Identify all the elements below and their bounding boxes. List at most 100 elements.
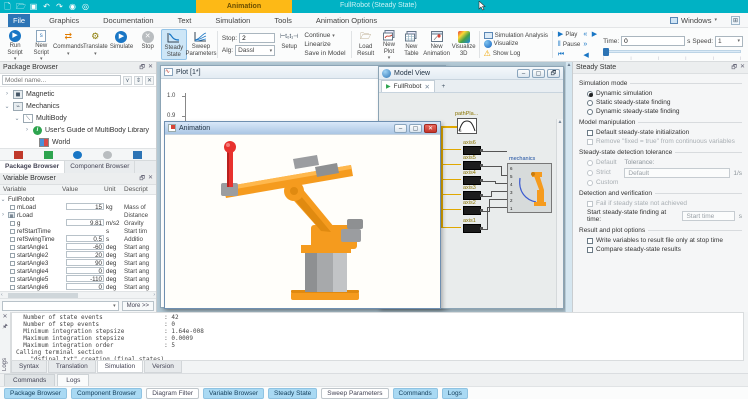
step-forward-icon[interactable]: ▶ bbox=[592, 30, 597, 38]
close-panel-icon[interactable]: ✕ bbox=[740, 63, 745, 73]
checkbox[interactable] bbox=[10, 221, 15, 226]
checkbox[interactable] bbox=[10, 229, 15, 234]
variable-row[interactable]: refSwingTime 0.5 s Additio bbox=[0, 235, 156, 243]
status-steady-state[interactable]: Steady State bbox=[268, 388, 317, 399]
stop-time-input[interactable] bbox=[239, 33, 275, 43]
continue-menu[interactable]: Continue ▾ bbox=[304, 32, 345, 39]
float-panel-icon[interactable]: 🗗 bbox=[139, 174, 145, 184]
open-file-icon[interactable]: 🗁 bbox=[16, 2, 25, 11]
maximize-button[interactable]: ▢ bbox=[409, 124, 422, 133]
tab-simulation[interactable]: Simulation bbox=[210, 14, 255, 27]
log-output[interactable]: Number of state events : 42 Number of st… bbox=[11, 312, 744, 361]
algorithm-select[interactable]: Dassl▾ bbox=[235, 45, 275, 56]
play-button[interactable]: ▶Play bbox=[558, 30, 580, 38]
setup-button[interactable]: ⊢t₀t₁⊣ Setup bbox=[277, 29, 301, 60]
value-input[interactable]: 0 bbox=[66, 267, 104, 274]
checkbox[interactable] bbox=[10, 237, 15, 242]
time-slider[interactable]: |||||| bbox=[603, 48, 741, 54]
sweep-parameters-button[interactable]: Sweep Parameters bbox=[187, 29, 215, 60]
tree-item-magnetic[interactable]: › ◼ Magnetic bbox=[0, 88, 156, 100]
save-in-model-button[interactable]: Save in Model bbox=[304, 50, 345, 57]
variable-row[interactable]: startAngle6 0 deg Start ang bbox=[0, 283, 156, 291]
checkbox-remove-fixed[interactable]: Remove "fixed = true" from continuous va… bbox=[587, 138, 742, 145]
float-panel-icon[interactable]: 🗗 bbox=[731, 63, 737, 73]
value-input[interactable]: -60 bbox=[66, 243, 104, 250]
close-panel-icon[interactable]: ✕ bbox=[148, 63, 153, 73]
visualize-button[interactable]: Visualize bbox=[484, 40, 548, 48]
tree-item-users-guide[interactable]: › i User's Guide of MultiBody Library bbox=[0, 124, 156, 136]
undo-icon[interactable]: ↶ bbox=[42, 2, 51, 11]
status-variable-browser[interactable]: Variable Browser bbox=[203, 388, 264, 399]
clear-search-icon[interactable]: ✕ bbox=[145, 76, 154, 85]
linearize-button[interactable]: Linearize bbox=[304, 41, 345, 48]
tab-file[interactable]: File bbox=[8, 14, 30, 27]
collapse-all-icon[interactable]: ⇕ bbox=[134, 76, 143, 85]
ribbon-collapse-icon[interactable]: ⊞ bbox=[731, 16, 740, 25]
status-diagram-filter[interactable]: Diagram Filter bbox=[146, 388, 199, 399]
close-tab-icon[interactable]: ✕ bbox=[424, 83, 429, 91]
status-logs[interactable]: Logs bbox=[442, 388, 468, 399]
tab-text[interactable]: Text bbox=[173, 14, 197, 27]
axis-block[interactable] bbox=[463, 224, 481, 233]
tab-animation-options[interactable]: Animation Options bbox=[311, 14, 382, 27]
tree-item-multibody[interactable]: ⌄ ⟍ MultiBody bbox=[0, 112, 156, 124]
log-tab-version[interactable]: Version bbox=[144, 361, 182, 373]
stop-icon[interactable]: ◎ bbox=[81, 2, 90, 11]
expander-icon[interactable]: › bbox=[0, 212, 6, 218]
new-model-tab-button[interactable]: + bbox=[438, 81, 449, 92]
mdi-vertical-scrollbar[interactable]: ▲ bbox=[565, 62, 572, 312]
simulation-analysis-button[interactable]: Simulation Analysis bbox=[484, 32, 548, 39]
horizontal-scrollbar[interactable]: ‹› bbox=[0, 291, 156, 298]
blue-square-icon[interactable] bbox=[133, 151, 142, 159]
checkbox-compare-results[interactable]: Compare steady-state results bbox=[587, 246, 742, 253]
step-back-icon[interactable]: ◀ bbox=[583, 51, 588, 59]
tab-package-browser[interactable]: Package Browser bbox=[0, 161, 65, 173]
checkbox-fail-if-not-achieved[interactable]: Fail if steady state not achieved bbox=[587, 200, 742, 207]
more-button[interactable]: More >> bbox=[122, 301, 154, 311]
animation-window[interactable]: Animation – ▢ ✕ bbox=[164, 121, 441, 309]
skip-back-icon[interactable]: « bbox=[583, 31, 588, 38]
radio-dynamic-simulation[interactable]: Dynamic simulation bbox=[587, 90, 742, 97]
slider-handle[interactable] bbox=[603, 48, 609, 56]
variable-row[interactable]: ⌄FullRobot bbox=[0, 195, 156, 203]
stop-button[interactable]: ✕ Stop bbox=[135, 29, 161, 60]
speed-select[interactable]: 1▾ bbox=[715, 36, 743, 47]
close-panel-icon[interactable]: ✕ bbox=[148, 174, 153, 184]
new-animation-button[interactable]: New Animation bbox=[423, 29, 451, 60]
windows-menu[interactable]: Windows ▾ bbox=[670, 16, 717, 25]
dock-tab-commands[interactable]: Commands bbox=[4, 374, 55, 386]
variable-row[interactable]: startAngle2 20 deg Start ang bbox=[0, 251, 156, 259]
component-icon[interactable] bbox=[14, 151, 23, 159]
save-icon[interactable]: ▣ bbox=[29, 2, 38, 11]
axis-block[interactable] bbox=[463, 206, 481, 215]
expander-icon[interactable]: ⌄ bbox=[4, 103, 10, 110]
simulate-button[interactable]: ▶ Simulate bbox=[108, 29, 134, 60]
value-input[interactable]: 0.5 bbox=[66, 235, 104, 242]
minimize-button[interactable]: – bbox=[517, 69, 530, 78]
float-panel-icon[interactable]: 🗗 bbox=[139, 63, 145, 73]
axis-block[interactable] bbox=[463, 191, 481, 200]
status-sweep-parameters[interactable]: Sweep Parameters bbox=[321, 388, 388, 399]
axis-block[interactable] bbox=[463, 161, 481, 170]
redo-icon[interactable]: ↷ bbox=[55, 2, 64, 11]
tree-item-mechanics[interactable]: ⌄ ⌁ Mechanics bbox=[0, 100, 156, 112]
new-file-icon[interactable]: 🗋 bbox=[3, 2, 12, 11]
run-icon[interactable]: ◉ bbox=[68, 2, 77, 11]
tree-item-world[interactable]: World bbox=[0, 136, 156, 148]
time-input[interactable] bbox=[621, 36, 685, 46]
mechanics-block[interactable]: 6 5 4 3 2 1 bbox=[507, 163, 552, 213]
pause-button[interactable]: ‖Pause bbox=[558, 41, 580, 48]
variable-row[interactable]: startAngle3 90 deg Start ang bbox=[0, 259, 156, 267]
checkbox[interactable] bbox=[10, 253, 15, 258]
translate-button[interactable]: ⚙ Translate▾ bbox=[82, 29, 108, 60]
value-input[interactable]: 9.81 bbox=[66, 219, 104, 226]
checkbox[interactable] bbox=[10, 261, 15, 266]
contextual-tab-animation[interactable]: Animation bbox=[196, 0, 292, 13]
new-plot-button[interactable]: New Plot▾ bbox=[378, 29, 400, 60]
tab-tools[interactable]: Tools bbox=[269, 14, 297, 27]
radio-dynamic-steady-state[interactable]: Dynamic steady-state finding bbox=[587, 108, 742, 115]
new-script-button[interactable]: s New Script▾ bbox=[28, 29, 54, 60]
axis-block[interactable] bbox=[463, 176, 481, 185]
close-button[interactable]: ✕ bbox=[424, 124, 437, 133]
checkbox[interactable] bbox=[10, 277, 15, 282]
